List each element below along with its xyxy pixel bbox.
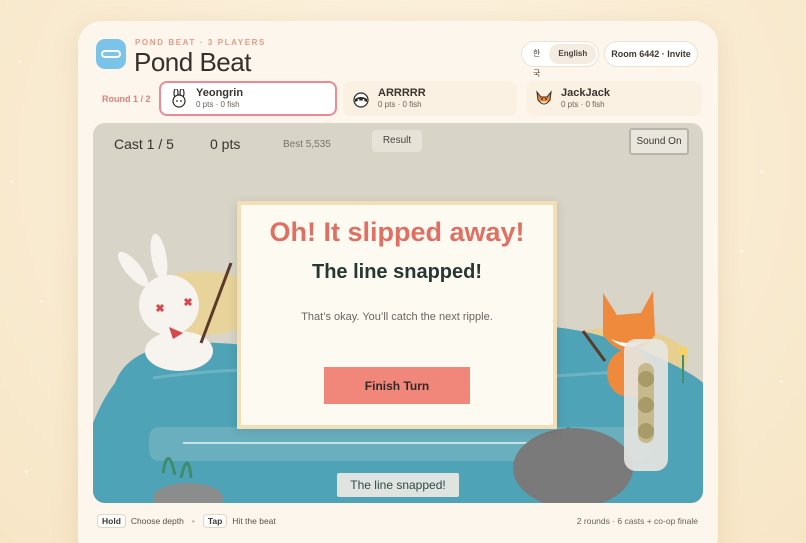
game-card: POND BEAT · 3 PLAYERS Pond Beat 한국어 Engl… bbox=[78, 21, 718, 543]
best-score: Best 5,535 bbox=[283, 139, 331, 150]
player-stats: 0 pts · 0 fish bbox=[196, 100, 240, 109]
controls-hint: Hold Choose depth • Tap Hit the beat bbox=[97, 513, 276, 529]
dialog-message: That’s okay. You’ll catch the next rippl… bbox=[301, 311, 493, 323]
status-toast: The line snapped! bbox=[337, 473, 459, 497]
dialog-heading: Oh! It slipped away! bbox=[269, 217, 525, 247]
raccoon-icon bbox=[351, 89, 371, 109]
player-name: Yeongrin bbox=[196, 87, 244, 99]
player-name: ARRRRR bbox=[378, 87, 426, 99]
game-stage[interactable]: Cast 1 / 5 0 pts Best 5,535 Result Sound… bbox=[93, 123, 703, 503]
finish-turn-button[interactable]: Finish Turn bbox=[324, 367, 470, 404]
player-stats: 0 pts · 0 fish bbox=[561, 100, 605, 109]
result-dialog: Oh! It slipped away! The line snapped! T… bbox=[237, 201, 557, 429]
player-card-arrrrr: ARRRRR 0 pts · 0 fish bbox=[343, 81, 517, 116]
game-kicker: POND BEAT · 3 PLAYERS bbox=[135, 38, 266, 47]
game-summary: 2 rounds · 6 casts + co-op finale bbox=[576, 516, 698, 526]
player-card-jackjack: JackJack 0 pts · 0 fish bbox=[526, 81, 702, 116]
points-counter: 0 pts bbox=[210, 136, 241, 152]
lang-english-button[interactable]: English bbox=[549, 44, 597, 64]
pond-beat-logo-icon bbox=[96, 39, 126, 69]
room-invite-button[interactable]: Room 6442 · Invite bbox=[604, 41, 698, 67]
player-card-yeongrin: Yeongrin 0 pts · 0 fish bbox=[159, 81, 337, 116]
tap-key-badge: Tap bbox=[202, 514, 228, 528]
player-stats: 0 pts · 0 fish bbox=[378, 100, 422, 109]
result-button[interactable]: Result bbox=[372, 130, 422, 152]
rabbit-icon bbox=[169, 88, 189, 109]
lang-korean-button[interactable]: 한국어 bbox=[524, 44, 549, 98]
hold-hint-text: Choose depth bbox=[130, 516, 184, 526]
page-title: Pond Beat bbox=[134, 47, 251, 77]
cast-counter: Cast 1 / 5 bbox=[114, 136, 174, 152]
language-switch: 한국어 English bbox=[521, 41, 599, 98]
hold-key-badge: Hold bbox=[97, 514, 126, 528]
round-indicator: Round 1 / 2 bbox=[102, 94, 151, 104]
tap-hint-text: Hit the beat bbox=[232, 516, 276, 526]
player-name: JackJack bbox=[561, 87, 610, 99]
hint-separator: • bbox=[191, 516, 195, 526]
sound-toggle-button[interactable]: Sound On bbox=[629, 128, 689, 155]
dialog-subheading: The line snapped! bbox=[311, 261, 483, 283]
fox-icon bbox=[534, 89, 554, 109]
